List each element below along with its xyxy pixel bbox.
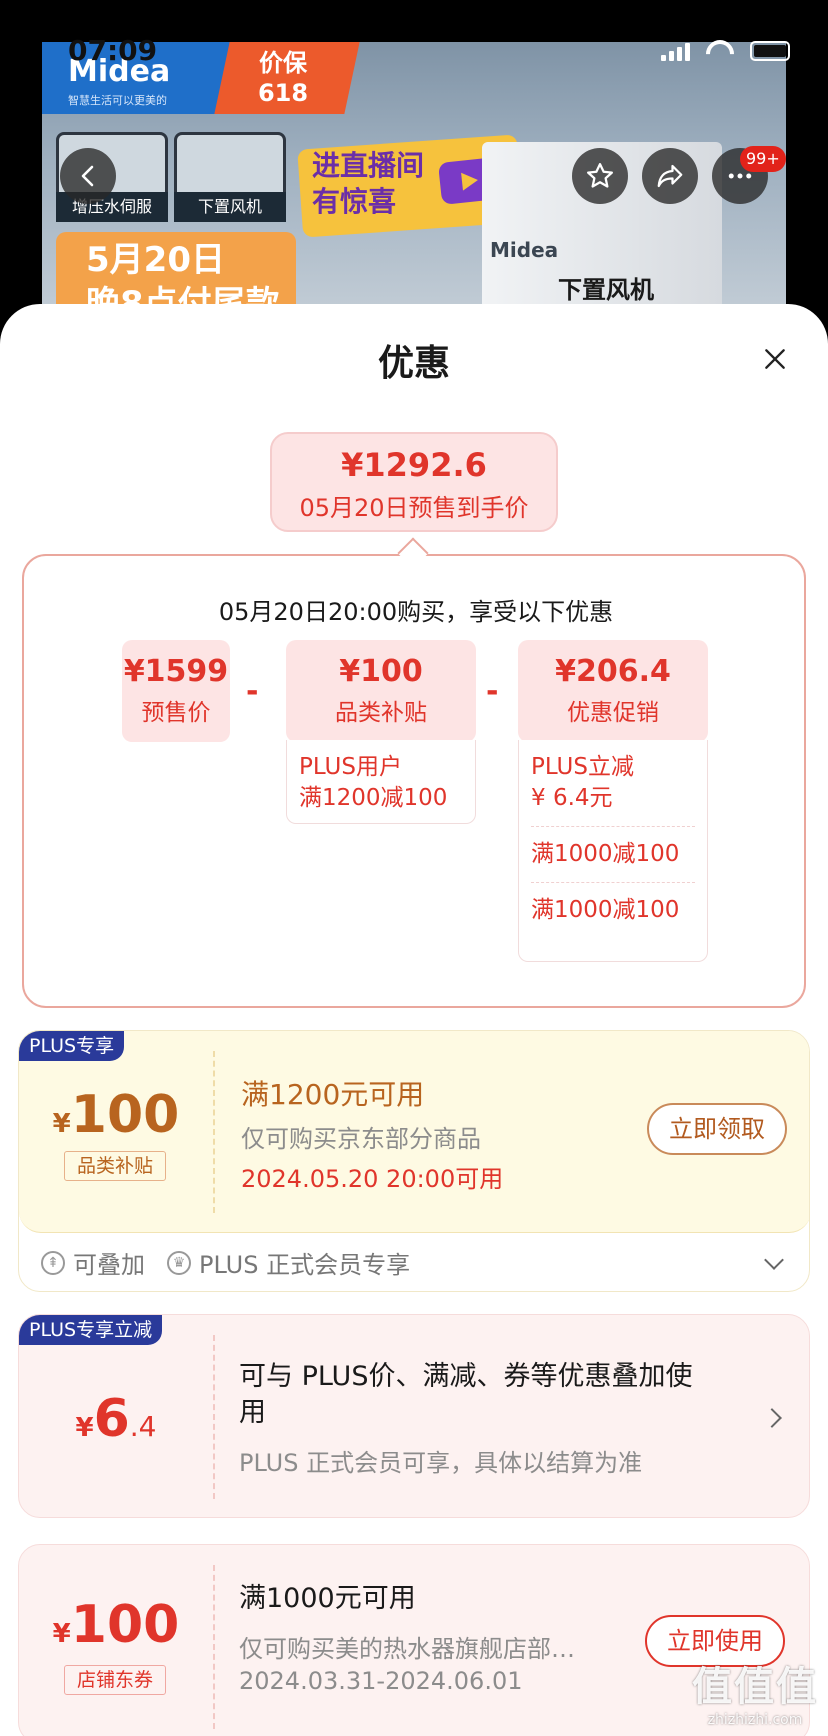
product-tag: 下置风机 [558,276,654,304]
watermark-url: zhizhizhi.com [707,1712,803,1728]
coupon-value: 100 [70,1085,180,1145]
minus-operator: - [246,674,259,709]
share-button[interactable] [642,148,698,204]
promo-label: 优惠促销 [567,700,659,726]
chevron-right-icon [762,1408,782,1428]
brand-slogan: 智慧生活可以更美的 [68,94,167,107]
subsidy-value: ¥100 [339,654,423,689]
price-breakdown: 05月20日20:00购买，享受以下优惠 ¥1599 预售价 - ¥100 品类… [22,554,806,1008]
discount-title: 可与 PLUS价、满减、券等优惠叠加使用 [239,1361,693,1428]
coupon-amount: ¥100 [19,1085,213,1145]
favorite-button[interactable] [572,148,628,204]
detail-divider [531,882,695,883]
subsidy-card: ¥100 品类补贴 [286,640,476,742]
presale-label: 预售价 [141,700,211,726]
crown-icon: ♛ [167,1250,191,1275]
discount-dec: .4 [129,1410,157,1443]
minus-operator: - [486,674,499,709]
currency-symbol: ¥ [52,1109,71,1139]
close-button[interactable] [762,346,788,372]
currency-symbol: ¥ [52,1619,71,1649]
signal-icon [661,41,690,61]
status-time: 07:09 [68,34,158,67]
thumb-label-2: 下置风机 [174,192,286,222]
discount-amount: ¥6.4 [19,1389,213,1449]
coupon-divider [213,1335,215,1499]
site-watermark: 值值值 zhizhizhi.com [692,1654,818,1728]
final-price-pill: ¥1292.6 05月20日预售到手价 [270,432,558,532]
share-icon [657,164,683,188]
promo-detail-line: 满1000减100 [531,897,680,923]
discount-subtitle: PLUS 正式会员可享，具体以结算为准 [239,1449,643,1477]
subsidy-detail: PLUS用户 满1200减100 [286,740,476,824]
discount-sheet: 优惠 ¥1292.6 05月20日预售到手价 05月20日20:00购买，享受以… [0,304,828,1736]
coupon-footer: ⇞ 可叠加 ♛ PLUS 正式会员专享 [41,1245,410,1280]
coupon-type-tag: 店铺东券 [64,1665,166,1695]
promo-detail-line: 满1000减100 [531,841,680,867]
star-icon [587,163,613,188]
product-banner: Midea 智慧生活可以更美的 价保 618 增压水伺服 下置风机 进直播间 有… [0,0,828,342]
stackable-text: 可叠加 [73,1251,145,1279]
coupon-valid-time: 2024.03.31-2024.06.01 [239,1667,523,1695]
coupon-value: 100 [70,1595,180,1655]
close-icon [765,349,785,369]
stackable-note: ⇞ 可叠加 [41,1245,145,1280]
promo-detail-line: PLUS立减 [531,754,634,780]
coupon-type-tag: 品类补贴 [64,1151,166,1181]
plus-ribbon: PLUS专享立减 [19,1315,163,1345]
coupon-divider [213,1051,215,1213]
promo-detail-line: ¥ 6.4元 [531,785,613,811]
subsidy-detail-line: 满1200减100 [299,785,448,811]
stack-icon: ⇞ [41,1250,65,1275]
watermark-logo: 值值值 [692,1664,818,1710]
final-price-desc: 05月20日预售到手价 [299,494,529,522]
wifi-icon [706,40,734,62]
plus-member-note: ♛ PLUS 正式会员专享 [167,1245,410,1280]
back-button[interactable] [60,148,116,204]
detail-divider [531,826,695,827]
discount-int: 6 [93,1389,130,1449]
subsidy-label: 品类补贴 [335,700,427,726]
price-protect-text: 价保 618 [257,49,309,107]
coupon-scope: 仅可购买京东部分商品 [241,1125,481,1153]
product-brand: Midea [490,238,559,262]
back-icon [81,165,94,187]
battery-icon [750,41,790,61]
promo-card: ¥206.4 优惠促销 [518,640,708,742]
coupon-divider [213,1565,215,1729]
message-count-badge: 99+ [740,146,786,172]
claim-coupon-button[interactable]: 立即领取 [647,1103,787,1155]
chevron-down-icon[interactable] [764,1250,784,1270]
coupon-amount: ¥100 [19,1595,213,1655]
sheet-title: 优惠 [377,343,450,384]
plus-discount-row[interactable]: PLUS专享立减 ¥6.4 可与 PLUS价、满减、券等优惠叠加使用 PLUS … [18,1314,810,1518]
presale-price: ¥1599 [123,654,229,689]
promo-value: ¥206.4 [555,654,671,689]
breakdown-heading: 05月20日20:00购买，享受以下优惠 [218,598,614,626]
status-icons [661,40,790,62]
plus-ribbon: PLUS专享 [19,1031,125,1061]
presale-price-card: ¥1599 预售价 [122,640,230,742]
coupon-condition: 满1000元可用 [239,1583,416,1614]
currency-symbol: ¥ [75,1413,94,1443]
live-stream-text: 进直播间 有惊喜 [312,149,425,218]
final-price: ¥1292.6 [341,446,487,484]
coupon-condition: 满1200元可用 [241,1078,425,1111]
subsidy-detail-line: PLUS用户 [299,754,402,780]
plus-subsidy-coupon: PLUS专享 ¥100 品类补贴 满1200元可用 仅可购买京东部分商品 202… [18,1030,810,1292]
promo-detail: PLUS立减 ¥ 6.4元 满1000减100 满1000减100 [518,740,708,962]
coupon-scope: 仅可购买美的热水器旗舰店部… [239,1635,575,1663]
coupon-valid-time: 2024.05.20 20:00可用 [241,1165,504,1193]
plus-member-text: PLUS 正式会员专享 [199,1251,411,1279]
coupon-body: PLUS专享 ¥100 品类补贴 满1200元可用 仅可购买京东部分商品 202… [19,1031,809,1233]
